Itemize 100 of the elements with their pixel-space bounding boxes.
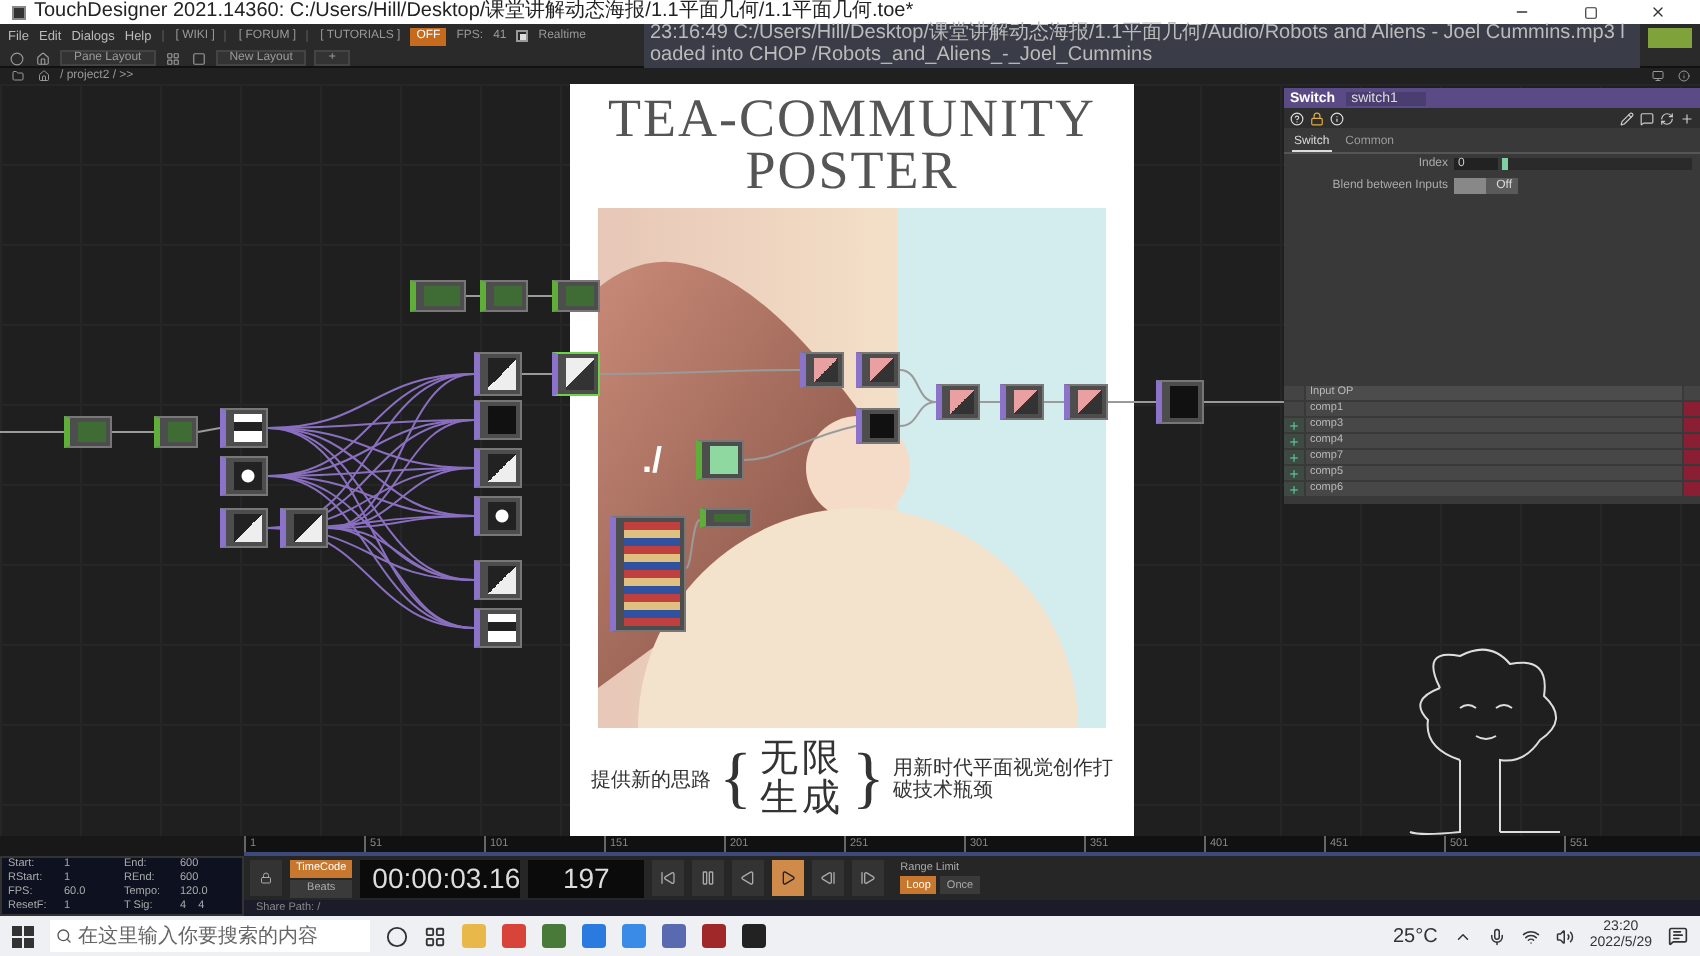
node-wire	[1203, 401, 1285, 403]
artwork-caption: ./	[642, 440, 663, 482]
operator-node[interactable]	[474, 448, 522, 488]
app-icon	[12, 5, 26, 19]
volume-icon[interactable]	[1555, 927, 1574, 945]
app-icon[interactable]	[742, 924, 766, 948]
operator-node[interactable]	[474, 496, 522, 536]
poster-tagline: 提供新的思路	[591, 767, 712, 794]
status-message: 23:16:49 C:/Users/Hill/Desktop/课堂讲解动态海报/1.1平面几何/Audio/Robots and Aliens - Joel Cummins.mp3 loaded into CHOP /Robots_and_Aliens_-_Joel_Cummins	[644, 24, 1640, 68]
poster-tagline: 用新时代平面视觉创作打破技术瓶颈	[892, 758, 1113, 802]
node-wire	[111, 431, 155, 433]
operator-node[interactable]	[64, 416, 112, 448]
close-icon[interactable]	[1650, 4, 1666, 20]
add-icon[interactable]	[1284, 482, 1304, 496]
wifi-icon[interactable]	[1521, 927, 1540, 945]
play-icon	[780, 870, 797, 886]
operator-node[interactable]	[700, 508, 752, 528]
operator-node[interactable]	[856, 352, 900, 388]
operator-node[interactable]	[410, 280, 466, 312]
operator-node[interactable]	[610, 516, 686, 632]
operator-node[interactable]	[220, 408, 268, 448]
operator-node[interactable]	[220, 456, 268, 496]
status-indicator	[1648, 28, 1692, 48]
grid-icon[interactable]	[165, 51, 180, 65]
operator-node[interactable]	[474, 352, 522, 396]
operator-node[interactable]	[552, 280, 600, 312]
operator-node[interactable]	[280, 508, 328, 548]
operator-node[interactable]	[696, 440, 744, 480]
notification-icon[interactable]	[1668, 926, 1688, 946]
poster-title: TEA-COMMUNITY	[608, 92, 1096, 144]
operator-node[interactable]	[1064, 384, 1108, 420]
realtime-checkbox[interactable]	[516, 30, 529, 42]
slider-thumb[interactable]	[1502, 158, 1508, 170]
node-wire	[899, 369, 937, 403]
step-back-icon	[820, 870, 837, 886]
timecode-display: 00:00:03.16	[360, 859, 521, 897]
brace: }	[852, 746, 885, 814]
poster-slogan: 生成	[760, 780, 844, 820]
app-icon[interactable]	[702, 924, 726, 948]
add-icon[interactable]	[1284, 418, 1304, 432]
frame-display[interactable]: 197	[528, 859, 645, 897]
circle-icon[interactable]	[386, 925, 408, 947]
task-view-icon[interactable]	[424, 925, 446, 947]
home-icon[interactable]	[37, 70, 49, 82]
square-icon[interactable]	[191, 51, 206, 65]
poster-title: POSTER	[745, 144, 959, 196]
operator-node[interactable]	[154, 416, 198, 448]
add-icon[interactable]	[1284, 450, 1304, 464]
operator-node[interactable]	[474, 608, 522, 648]
operator-node[interactable]	[474, 560, 522, 600]
microphone-icon[interactable]	[1487, 927, 1506, 945]
monitor-icon[interactable]	[1651, 70, 1663, 82]
operator-node[interactable]	[856, 408, 900, 444]
transport-button[interactable]	[652, 860, 685, 896]
pencil-icon[interactable]	[1620, 111, 1634, 125]
pause-icon	[700, 870, 717, 886]
plus-icon[interactable]	[1680, 111, 1694, 125]
transport-button[interactable]	[772, 860, 805, 896]
search-field[interactable]: 在这里输入你要搜索的内容	[50, 920, 370, 952]
transport-button[interactable]	[812, 860, 845, 896]
operator-node[interactable]	[552, 352, 600, 396]
node-wire	[899, 401, 937, 427]
weather-text[interactable]: 25°C	[1393, 925, 1438, 947]
lock-icon[interactable]	[1310, 111, 1324, 125]
node-wire	[1043, 401, 1065, 403]
node-wire	[979, 401, 1001, 403]
transport-button[interactable]	[852, 860, 885, 896]
brace: {	[719, 746, 752, 814]
maximize-icon[interactable]	[1583, 5, 1597, 19]
lock-button[interactable]	[250, 860, 282, 896]
operator-node[interactable]	[220, 508, 268, 548]
operator-node[interactable]	[480, 280, 528, 312]
window-title: TouchDesigner 2021.14360: C:/Users/Hill/Desktop/课堂讲解动态海报/1.1平面几何/1.1平面几何.toe*	[34, 0, 916, 22]
operator-node[interactable]	[936, 384, 980, 420]
refresh-icon[interactable]	[1660, 111, 1674, 125]
comment-icon[interactable]	[1640, 111, 1654, 125]
poster-slogan: 无限	[760, 740, 844, 780]
operator-node[interactable]	[1156, 380, 1204, 424]
node-wire	[197, 427, 221, 433]
node-wire	[527, 295, 553, 297]
add-icon[interactable]	[1284, 434, 1304, 448]
node-wire	[743, 425, 857, 461]
transport-button[interactable]	[692, 860, 725, 896]
lock-icon	[260, 872, 272, 884]
help-icon[interactable]	[1290, 111, 1304, 125]
node-wire	[521, 373, 553, 375]
transport-button[interactable]	[732, 860, 765, 896]
add-icon[interactable]	[1284, 466, 1304, 480]
index-slider[interactable]	[1502, 158, 1692, 170]
skip-back-icon	[660, 870, 677, 886]
operator-node[interactable]	[800, 352, 844, 388]
operator-node[interactable]	[1000, 384, 1044, 420]
node-wire	[685, 519, 701, 569]
step-forward-icon	[860, 870, 877, 886]
circle-icon[interactable]	[10, 51, 24, 65]
node-wire	[0, 431, 65, 433]
folder-icon[interactable]	[11, 70, 23, 82]
operator-node[interactable]	[474, 400, 522, 440]
home-icon[interactable]	[36, 51, 50, 65]
windows-icon[interactable]	[12, 925, 34, 947]
